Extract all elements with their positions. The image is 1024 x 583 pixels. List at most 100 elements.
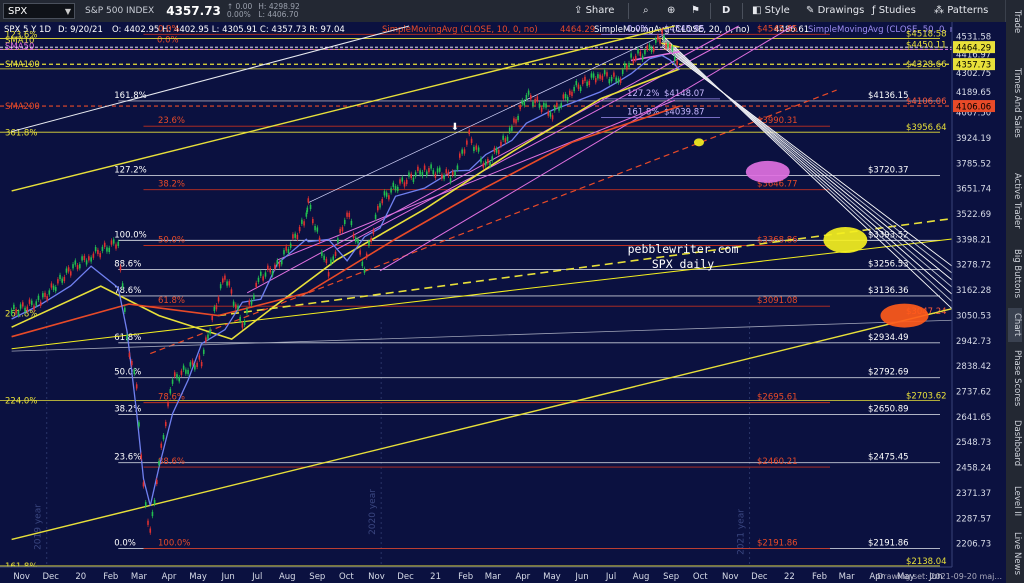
x-axis-tick: Dec — [42, 572, 59, 582]
x-axis-tick: Sep — [309, 572, 325, 582]
flag-icon[interactable]: ⚑ — [691, 0, 700, 22]
candle-body — [330, 259, 332, 264]
fib-white-price: $2650.89 — [868, 404, 909, 414]
candle-body — [506, 136, 509, 142]
target-ellipse — [880, 303, 929, 328]
candle-body — [230, 289, 233, 294]
candle-body — [403, 182, 406, 187]
candle-body — [536, 96, 539, 101]
fib-red-label: 0.0% — [158, 24, 180, 34]
candle-body — [354, 237, 357, 242]
sidebar-tab-phase-scores[interactable]: Phase Scores — [1008, 347, 1022, 409]
candle-body — [22, 302, 24, 307]
studies-label: Studies — [878, 5, 916, 16]
style-button[interactable]: ◧ Style — [752, 0, 790, 22]
candle-body — [665, 43, 667, 49]
candle-body — [217, 297, 220, 302]
candle-body — [390, 188, 392, 193]
share-label: Share — [585, 5, 615, 16]
x-axis-tick: 20 — [75, 572, 86, 582]
y-axis-tick: 3398.21 — [956, 235, 991, 245]
candle-body — [652, 47, 655, 52]
fib-white-price: $3720.37 — [868, 166, 909, 176]
candle-body — [545, 103, 547, 108]
candle-body — [346, 212, 348, 217]
drawings-button[interactable]: ✎ Drawings — [806, 0, 864, 22]
studies-button[interactable]: ƒ Studies — [872, 0, 916, 22]
candle-body — [133, 369, 136, 375]
candle-body — [316, 227, 319, 232]
candle-body — [128, 352, 131, 358]
candle-body — [586, 81, 588, 86]
symbol-selector[interactable]: SPX ▼ — [3, 3, 75, 19]
patterns-button[interactable]: ⁂ Patterns — [934, 0, 988, 22]
sidebar-tab-times-and-sales[interactable]: Times And Sales — [1008, 48, 1022, 158]
candle-body — [337, 238, 339, 243]
candle-body — [513, 118, 515, 123]
candle-body — [634, 55, 637, 61]
candle-body — [323, 255, 325, 260]
patterns-label: Patterns — [947, 5, 989, 16]
candle-body — [394, 186, 397, 191]
candle-body — [61, 278, 63, 283]
candle-body — [108, 247, 111, 253]
fib-white-label: 127.2% — [114, 166, 146, 176]
left-level-label: 224.0% — [5, 397, 37, 407]
candle-body — [639, 51, 642, 56]
chart-svg[interactable]: SPX 5 Y 1D D: 9/20/21 O: 4402.95 H: 4402.9… — [0, 22, 1006, 583]
sidebar-tab-big-buttons[interactable]: Big Buttons — [1008, 245, 1022, 303]
candle-body — [657, 35, 659, 40]
candle-body — [81, 256, 83, 261]
candle-body — [502, 135, 504, 140]
candle-body — [456, 165, 459, 170]
candle-body — [241, 323, 244, 328]
candle-body — [423, 165, 426, 170]
candle-body — [491, 156, 494, 161]
candle-body — [57, 279, 59, 284]
candle-body — [549, 112, 552, 117]
fib-white-label: 23.6% — [114, 453, 141, 463]
sidebar-tab-active-trader[interactable]: Active Trader — [1008, 162, 1022, 240]
magnifier-icon[interactable]: ⌕ — [643, 0, 649, 22]
share-button[interactable]: ⇪ Share — [574, 0, 614, 22]
x-axis-tick: Aug — [279, 572, 296, 582]
target-ellipse — [745, 160, 790, 183]
sidebar-tab-trade[interactable]: Trade — [1008, 2, 1022, 42]
candle-body — [211, 315, 214, 321]
sidebar-tab-live-news[interactable]: Live News — [1008, 530, 1022, 578]
candle-body — [85, 260, 88, 265]
candle-body — [489, 161, 491, 167]
sidebar-tab-chart[interactable]: Chart — [1008, 308, 1022, 342]
candle-body — [597, 74, 599, 79]
candle-body — [219, 284, 222, 289]
sidebar-tab-level-ii[interactable]: Level II — [1008, 477, 1022, 525]
add-study-icon[interactable]: ⊕ — [667, 0, 675, 22]
candle-body — [624, 63, 626, 68]
candle-body — [399, 179, 401, 184]
candle-body — [76, 265, 79, 270]
candle-body — [466, 140, 468, 145]
x-axis-tick: Oct — [693, 572, 708, 582]
x-axis-tick: Nov — [13, 572, 30, 582]
candle-body — [239, 316, 241, 322]
candle-body — [215, 305, 218, 310]
candle-body — [379, 203, 381, 208]
candle-body — [274, 264, 276, 269]
y-axis-tick: 2737.62 — [956, 388, 991, 398]
candle-body — [388, 195, 390, 200]
candle-body — [500, 141, 502, 147]
interval-button[interactable]: D — [722, 0, 730, 22]
candle-body — [142, 482, 145, 487]
candle-body — [169, 389, 172, 394]
candle-body — [540, 107, 543, 112]
candle-body — [106, 247, 108, 252]
candle-body — [449, 178, 452, 183]
sidebar-tab-dashboard[interactable]: Dashboard — [1008, 414, 1022, 472]
candle-body — [228, 281, 231, 286]
candle-body — [655, 38, 657, 43]
candle-body — [417, 166, 419, 171]
candle-body — [67, 267, 70, 272]
price-chart[interactable]: SPX 5 Y 1D D: 9/20/21 O: 4402.95 H: 4402.9… — [0, 22, 1006, 583]
x-axis-tick: Feb — [103, 572, 118, 582]
candle-body — [581, 79, 584, 85]
